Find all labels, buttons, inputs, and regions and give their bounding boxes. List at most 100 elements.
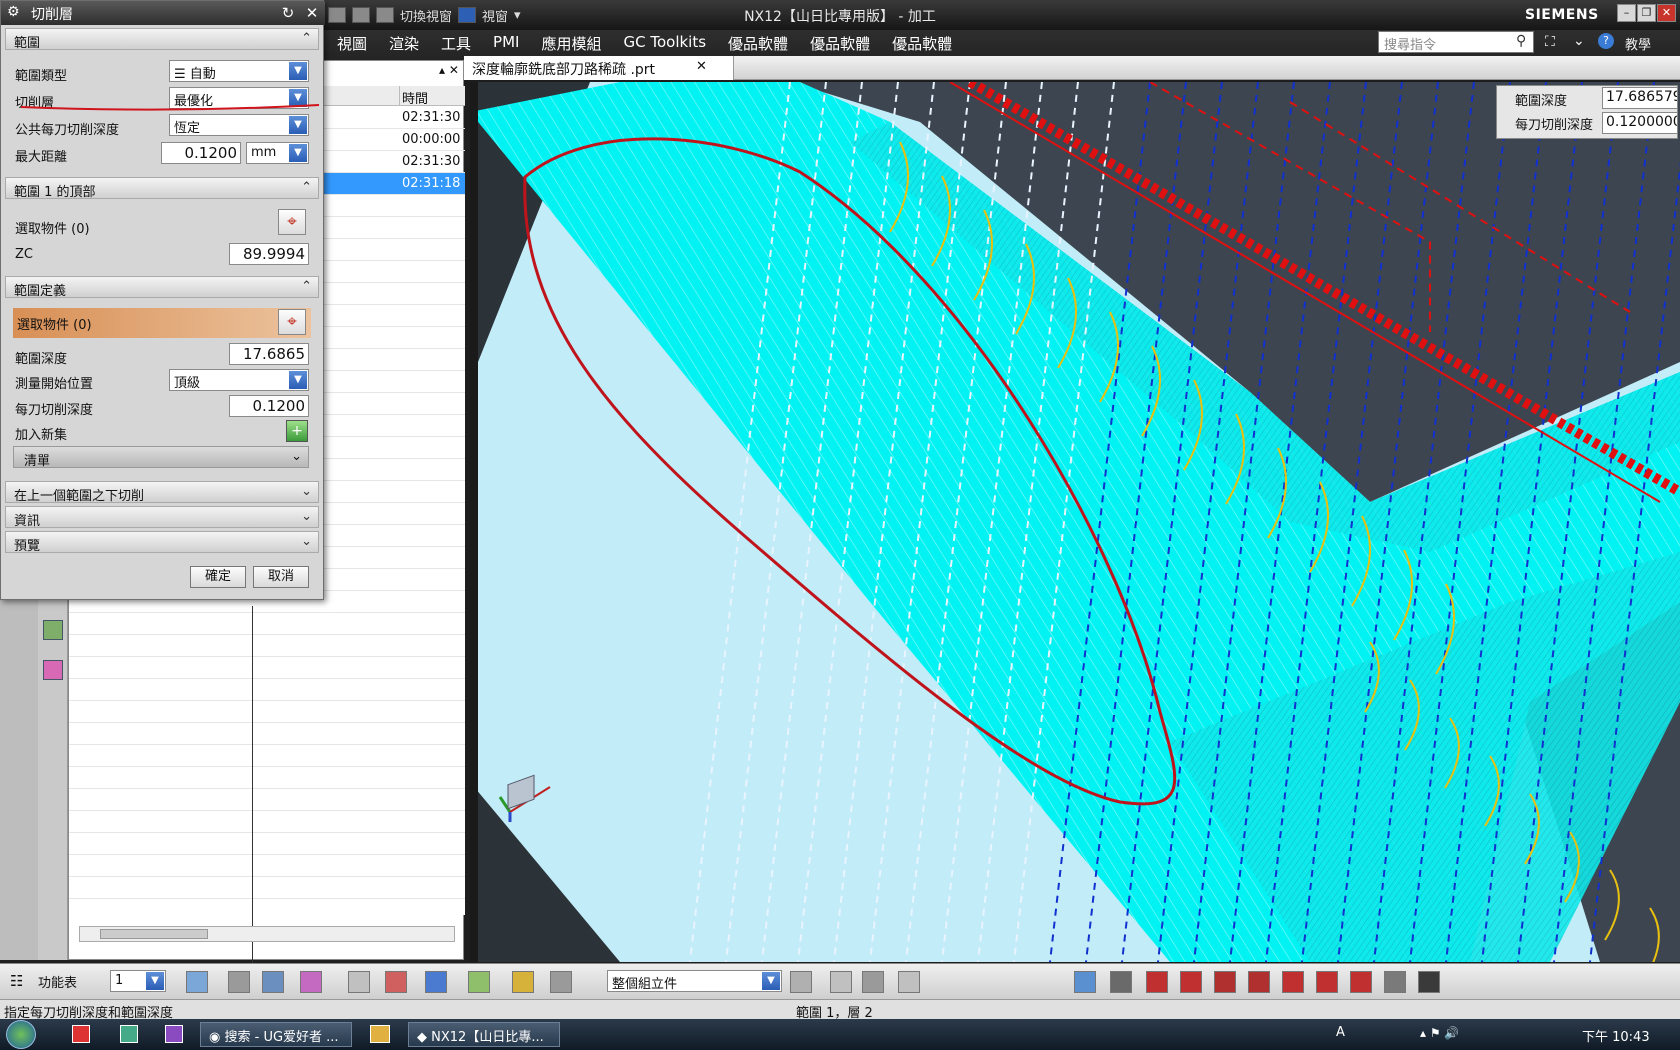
work-layer-select[interactable]: 1 ▼ [110,970,166,992]
cancel-button[interactable]: 取消 [253,566,309,588]
switch-window-button[interactable]: 切換視窗 [400,6,452,25]
chevron-down-icon[interactable]: ⌄ [291,449,302,464]
menu-gc-toolkits[interactable]: GC Toolkits [612,33,717,54]
dropdown-chevron-icon[interactable]: ▾ [514,8,521,23]
toolbar-tool-icon[interactable] [228,971,250,993]
onenote-icon[interactable] [165,1025,183,1043]
menu-render[interactable]: 渲染 [378,33,430,54]
toolbar-tool-icon[interactable] [862,971,884,993]
toolbar-tool-icon[interactable] [898,971,920,993]
move-icon[interactable] [352,7,370,23]
toolbar-tool-icon[interactable] [1316,971,1338,993]
select-object-crosshair-icon[interactable]: ⌖ [278,309,306,335]
toolbar-tool-icon[interactable] [550,971,572,993]
help-icon[interactable]: ? [1598,33,1614,49]
tab-close-icon[interactable]: ✕ [696,59,707,74]
minimize-button[interactable]: – [1617,4,1636,22]
section-range-def-header[interactable]: 範圍定義 ⌃ [5,276,319,299]
toolbar-tool-icon[interactable] [425,971,447,993]
clock[interactable]: 下午 10:43 [1582,1026,1650,1045]
chevron-down-icon[interactable]: ▼ [289,144,307,162]
readout-range-depth-input[interactable]: 17.686579 [1602,87,1678,109]
time-column-header[interactable]: 時間 [402,88,428,107]
common-depth-select[interactable]: 恆定 ▼ [169,114,309,136]
toolbar-tool-icon[interactable] [1248,971,1270,993]
menu-youpin-1[interactable]: 優品軟體 [717,33,799,54]
part-navigator-icon[interactable] [43,620,63,640]
search-icon[interactable]: ⚲ [1516,33,1526,49]
ime-indicator[interactable]: A [1336,1025,1345,1040]
menu-pmi[interactable]: PMI [482,33,530,54]
toolbar-tool-icon[interactable] [830,971,852,993]
toolbar-tool-icon[interactable] [186,971,208,993]
taskbar-nx-task[interactable]: ◆ NX12【山日比專... [408,1022,560,1047]
range-depth-input[interactable]: 17.6865 [229,343,309,365]
toolbar-tool-icon[interactable] [348,971,370,993]
toolbar-tool-icon[interactable] [1418,971,1440,993]
toolbar-tool-icon[interactable] [385,971,407,993]
toolbar-tool-icon[interactable] [468,971,490,993]
menu-applications[interactable]: 應用模組 [530,33,612,54]
measure-from-select[interactable]: 頂級 ▼ [169,369,309,391]
toolbar-tool-icon[interactable] [512,971,534,993]
toolbar-tool-icon[interactable] [262,971,284,993]
gear-icon[interactable]: ⚙ [7,4,20,20]
chevron-down-icon[interactable]: ▼ [289,116,307,134]
menu-view[interactable]: 視圖 [326,33,378,54]
search-input[interactable]: 搜尋指令 [1378,31,1534,53]
menu-tools[interactable]: 工具 [430,33,482,54]
function-menu-button[interactable]: 功能表 [38,972,77,991]
chevron-down-icon[interactable]: ⌄ [301,484,312,499]
fit-view-icon[interactable]: ⛶ [1545,34,1555,50]
toolbar-tool-icon[interactable] [1180,971,1202,993]
section-info-header[interactable]: 資訊 ⌄ [5,506,319,529]
select-object-crosshair-icon[interactable]: ⌖ [278,209,306,235]
select-object-row-active[interactable]: 選取物件 (0) ⌖ [13,308,311,338]
section-preview-header[interactable]: 預覽 ⌄ [5,531,319,554]
menu-youpin-2[interactable]: 優品軟體 [799,33,881,54]
unit-select[interactable]: mm ▼ [246,142,309,164]
chevron-up-icon[interactable]: ⌃ [301,279,312,294]
tray-icons[interactable]: ▴ ⚑ 🔊 [1420,1026,1459,1040]
range-type-select[interactable]: ☰ 自動 ▼ [169,60,309,82]
toolbar-icon[interactable] [328,7,346,23]
toolbar-tool-icon[interactable] [300,971,322,993]
readout-depth-per-cut-input[interactable]: 0.1200000 [1602,112,1678,134]
chevron-down-icon[interactable]: ▼ [289,62,307,80]
chevron-up-icon[interactable]: ⌃ [301,31,312,46]
chevron-down-icon[interactable]: ⌄ [1573,33,1585,49]
toolbar-tool-icon[interactable] [1384,971,1406,993]
roles-icon[interactable] [43,660,63,680]
scrollbar-thumb[interactable] [100,929,208,939]
ok-button[interactable]: 確定 [190,566,246,588]
close-icon[interactable]: ✕ [303,4,321,22]
reset-icon[interactable]: ↻ [279,4,297,22]
toolbar-tool-icon[interactable] [1146,971,1168,993]
toolbar-tool-icon[interactable] [1282,971,1304,993]
zc-input[interactable]: 89.9994 [229,243,309,265]
horizontal-scrollbar[interactable] [79,926,455,942]
section-cut-below-header[interactable]: 在上一個範圍之下切削 ⌄ [5,481,319,504]
toolbar-tool-icon[interactable] [1074,971,1096,993]
chevron-down-icon[interactable]: ⌄ [301,509,312,524]
menu-icon[interactable]: ☷ [10,972,23,990]
maximize-button[interactable]: ❐ [1637,4,1656,22]
switch-window-icon[interactable] [376,7,394,23]
chevron-down-icon[interactable]: ▼ [289,371,307,389]
window-icon[interactable] [458,7,477,23]
selection-scope-select[interactable]: 整個組立件 ▼ [607,970,782,992]
start-button[interactable] [6,1020,36,1049]
toolbar-tool-icon[interactable] [790,971,812,993]
chevron-up-icon[interactable]: ⌃ [301,180,312,195]
add-new-set-icon[interactable]: + [286,420,308,442]
section-range-header[interactable]: 範圍 ⌃ [5,28,319,51]
toolbar-tool-icon[interactable] [1214,971,1236,993]
folder-icon[interactable] [370,1025,390,1043]
taskbar-chrome-task[interactable]: ◉ 搜索 - UG爱好者 ... [200,1022,352,1047]
app-icon[interactable] [120,1025,138,1043]
toolbar-tool-icon[interactable] [1350,971,1372,993]
toolbar-tool-icon[interactable] [1110,971,1132,993]
window-menu-button[interactable]: 視窗 [482,6,508,25]
app-icon[interactable] [72,1025,90,1043]
menu-youpin-3[interactable]: 優品軟體 [881,33,963,54]
